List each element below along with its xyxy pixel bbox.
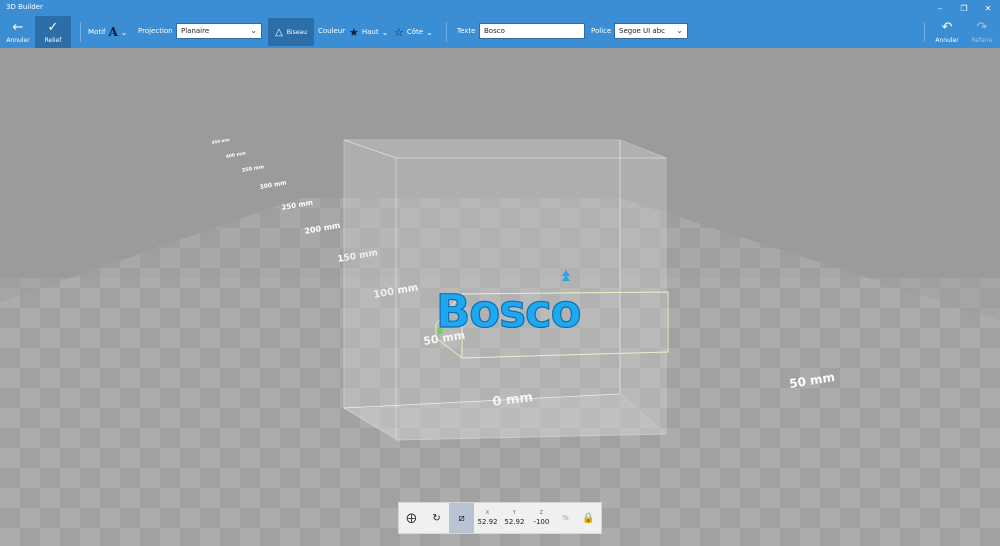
maximize-button[interactable]: ❐ (952, 0, 976, 16)
restore-icon: ❐ (960, 3, 968, 13)
rotate-icon: ↻ (432, 512, 441, 524)
transform-controls: ⨁ ↻ ⧄ X 52.92 Y 52.92 Z -100 % 🔒 (398, 502, 602, 534)
texte-value: Bosco (484, 27, 505, 35)
star-filled-icon: ★ (349, 25, 359, 39)
x-scale-field[interactable]: X 52.92 (474, 503, 501, 533)
percent-toggle[interactable]: % (555, 514, 576, 522)
minimize-button[interactable]: – (928, 0, 952, 16)
toolbar: ← Annuler ✓ Relief Motif A ⌄ Projection … (0, 16, 1000, 48)
lock-icon: 🔒 (582, 512, 595, 524)
toolbar-divider (924, 22, 925, 42)
y-scale-field[interactable]: Y 52.92 (501, 503, 528, 533)
undo-button[interactable]: ↶ Annuler (930, 16, 964, 48)
police-value: Segoe UI abc (619, 27, 666, 35)
chevron-down-icon: ⌄ (426, 27, 433, 37)
x-axis-label: X (485, 510, 490, 516)
motif-dropdown[interactable]: Motif A ⌄ (88, 23, 128, 41)
y-axis-label: Y (512, 510, 516, 516)
police-select[interactable]: Segoe UI abc ⌄ (614, 23, 688, 39)
z-axis-label: Z (539, 510, 544, 516)
back-cancel-button[interactable]: ← Annuler (2, 16, 34, 48)
z-scale-field[interactable]: Z -100 (528, 503, 555, 533)
scale-icon: ⧄ (458, 512, 465, 524)
bevel-icon: △ (275, 26, 283, 38)
close-window-button[interactable]: ✕ (976, 0, 1000, 16)
texte-input[interactable]: Bosco (479, 23, 585, 39)
minimize-icon: – (938, 3, 942, 13)
lock-proportions-button[interactable]: 🔒 (576, 503, 601, 533)
redo-button[interactable]: ↷ Refaire (966, 16, 998, 48)
origin-handle[interactable] (437, 328, 443, 334)
couleur-label: Couleur (318, 27, 346, 35)
haut-dropdown[interactable]: ★ Haut ⌄ (349, 23, 388, 41)
relief-label: Relief (44, 36, 62, 44)
scene-canvas: 0 mm 50 mm 100 mm 150 mm 200 mm 250 mm 3… (0, 48, 1000, 546)
move-icon: ⨁ (406, 512, 417, 524)
projection-value: Planaire (181, 27, 210, 35)
bosco-text-model[interactable]: Bosco (435, 284, 582, 338)
haut-label: Haut (361, 28, 379, 36)
y-value: 52.92 (504, 518, 525, 526)
chevron-down-icon: ⌄ (676, 26, 683, 35)
relief-button[interactable]: ✓ Relief (35, 16, 71, 48)
percent-label: % (562, 514, 569, 522)
biseau-button[interactable]: △ Biseau (268, 18, 314, 46)
biseau-label: Biseau (286, 28, 307, 36)
close-icon: ✕ (984, 3, 992, 13)
rotate-tool-button[interactable]: ↻ (424, 503, 449, 533)
back-cancel-label: Annuler (6, 36, 30, 44)
texte-label: Texte (457, 27, 476, 35)
move-tool-button[interactable]: ⨁ (399, 503, 424, 533)
redo-label: Refaire (971, 36, 993, 44)
back-arrow-icon: ← (12, 19, 24, 35)
projection-label: Projection (138, 27, 173, 35)
cote-dropdown[interactable]: ☆ Côte ⌄ (394, 23, 433, 41)
police-label: Police (591, 27, 612, 35)
star-outline-icon: ☆ (394, 25, 404, 39)
checkmark-icon: ✓ (47, 19, 59, 35)
chevron-down-icon: ⌄ (250, 26, 257, 35)
x-value: 52.92 (477, 518, 498, 526)
chevron-down-icon: ⌄ (120, 27, 128, 37)
toolbar-divider (80, 22, 81, 42)
toolbar-divider (446, 22, 447, 42)
projection-select[interactable]: Planaire ⌄ (176, 23, 262, 39)
font-style-icon: A (108, 25, 118, 39)
redo-icon: ↷ (976, 19, 988, 35)
motif-label: Motif (88, 28, 106, 36)
chevron-down-icon: ⌄ (381, 27, 389, 37)
cote-label: Côte (406, 28, 424, 36)
scale-tool-button[interactable]: ⧄ (449, 503, 475, 533)
title-bar: 3D Builder – ❐ ✕ (0, 0, 1000, 16)
window-title: 3D Builder (6, 3, 43, 11)
undo-label: Annuler (935, 36, 959, 44)
z-value: -100 (533, 518, 550, 526)
undo-icon: ↶ (941, 19, 953, 35)
3d-viewport[interactable]: 0 mm 50 mm 100 mm 150 mm 200 mm 250 mm 3… (0, 48, 1000, 546)
